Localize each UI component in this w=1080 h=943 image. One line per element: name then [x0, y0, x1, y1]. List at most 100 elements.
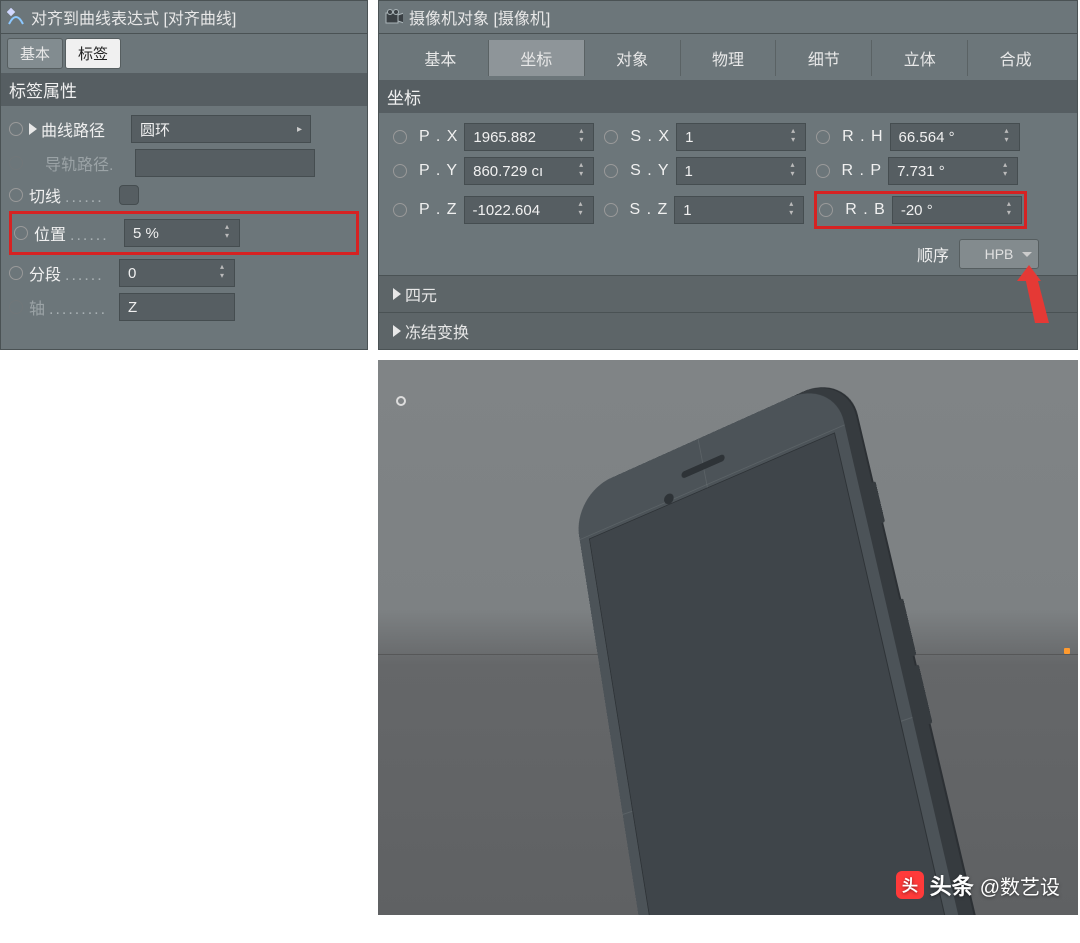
- rb-highlight: R . B -20 °: [814, 191, 1027, 229]
- keyframe-dot[interactable]: [816, 164, 830, 178]
- rh-field[interactable]: 66.564 °: [890, 123, 1020, 151]
- tab-cam-compose[interactable]: 合成: [968, 40, 1063, 76]
- keyframe-dot: [9, 300, 23, 314]
- tab-basic[interactable]: 基本: [7, 38, 63, 69]
- keyframe-dot[interactable]: [816, 130, 830, 144]
- coord-row-1: P . X 1965.882 S . X 1 R . H 66.564 °: [393, 123, 1063, 151]
- position-highlight: 位置...... 5 %: [9, 211, 359, 255]
- sz-field[interactable]: 1: [674, 196, 804, 224]
- rb-label: R . B: [845, 201, 886, 219]
- prop-curve-path: 曲线路径 圆环: [9, 112, 359, 146]
- left-tab-row: 基本 标签: [1, 34, 367, 73]
- camera-title: 摄像机对象 [摄像机]: [409, 5, 550, 29]
- arrow-pointer-icon: [999, 261, 1059, 331]
- rh-label: R . H: [842, 128, 883, 146]
- camera-header: 摄像机对象 [摄像机]: [379, 1, 1077, 34]
- position-label: 位置......: [34, 221, 124, 245]
- coord-row-3: P . Z -1022.604 S . Z 1 R . B -20 °: [393, 191, 1063, 229]
- tab-cam-coord[interactable]: 坐标: [489, 40, 585, 76]
- keyframe-dot[interactable]: [604, 203, 618, 217]
- camera-panel: 摄像机对象 [摄像机] 基本 坐标 对象 物理 细节 立体 合成 坐标 P . …: [378, 0, 1078, 350]
- svg-text:头: 头: [902, 877, 918, 895]
- tangent-checkbox[interactable]: [119, 185, 139, 205]
- freeze-section[interactable]: 冻结变换: [379, 312, 1077, 349]
- sy-field[interactable]: 1: [676, 157, 806, 185]
- keyframe-dot[interactable]: [14, 226, 28, 240]
- phone-button: [870, 481, 885, 524]
- prop-position: 位置...... 5 %: [14, 216, 354, 250]
- sy-label: S . Y: [630, 162, 669, 180]
- rail-path-field[interactable]: [135, 149, 315, 177]
- phone-button: [913, 664, 933, 724]
- position-field[interactable]: 5 %: [124, 219, 240, 247]
- watermark-handle: @数艺设: [980, 871, 1060, 900]
- coord-section-header: 坐标: [379, 80, 1077, 113]
- align-curve-header: 对齐到曲线表达式 [对齐曲线]: [1, 1, 367, 34]
- keyframe-dot[interactable]: [9, 266, 23, 280]
- tab-cam-object[interactable]: 对象: [585, 40, 681, 76]
- coord-row-2: P . Y 860.729 cı S . Y 1 R . P 7.731 °: [393, 157, 1063, 185]
- keyframe-dot[interactable]: [9, 122, 23, 136]
- py-field[interactable]: 860.729 cı: [464, 157, 594, 185]
- rp-label: R . P: [842, 162, 883, 180]
- tag-props-body: 曲线路径 圆环 导轨路径. 切线......: [1, 106, 367, 334]
- tab-tags[interactable]: 标签: [65, 38, 121, 69]
- tag-props-header: 标签属性: [1, 73, 367, 106]
- phone-model: [573, 372, 1001, 915]
- keyframe-dot: [9, 156, 23, 170]
- phone-button: [897, 598, 916, 657]
- order-row: 顺序 HPB: [393, 239, 1063, 269]
- segment-label: 分段......: [29, 261, 119, 285]
- tangent-label: 切线......: [29, 183, 119, 207]
- rb-field[interactable]: -20 °: [892, 196, 1022, 224]
- pz-field[interactable]: -1022.604: [464, 196, 594, 224]
- sz-label: S . Z: [630, 201, 669, 219]
- py-label: P . Y: [419, 162, 458, 180]
- tab-cam-detail[interactable]: 细节: [776, 40, 872, 76]
- px-field[interactable]: 1965.882: [464, 123, 594, 151]
- axis-label: 轴.........: [29, 295, 119, 319]
- align-curve-icon: [7, 8, 25, 26]
- prop-tangent: 切线......: [9, 180, 359, 210]
- watermark: 头 头条 @数艺设: [896, 869, 1060, 901]
- keyframe-dot[interactable]: [393, 164, 407, 178]
- coord-grid: P . X 1965.882 S . X 1 R . H 66.564 ° P . Y…: [379, 113, 1077, 275]
- px-label: P . X: [419, 128, 458, 146]
- axis-field[interactable]: Z: [119, 293, 235, 321]
- keyframe-dot[interactable]: [9, 188, 23, 202]
- rail-path-label: 导轨路径.: [45, 151, 135, 175]
- viewport-indicator-icon: [396, 396, 406, 406]
- axis-point-icon: [1064, 648, 1070, 654]
- rp-field[interactable]: 7.731 °: [888, 157, 1018, 185]
- sx-label: S . X: [630, 128, 670, 146]
- phone-body: [573, 378, 986, 915]
- keyframe-dot[interactable]: [393, 130, 407, 144]
- segment-field[interactable]: 0: [119, 259, 235, 287]
- keyframe-dot[interactable]: [604, 164, 618, 178]
- quaternion-section[interactable]: 四元: [379, 275, 1077, 312]
- keyframe-dot[interactable]: [819, 203, 833, 217]
- watermark-brand: 头条: [930, 869, 974, 901]
- expand-icon[interactable]: [29, 123, 37, 135]
- align-curve-panel: 对齐到曲线表达式 [对齐曲线] 基本 标签 标签属性 曲线路径 圆环: [0, 0, 368, 350]
- camera-tab-row: 基本 坐标 对象 物理 细节 立体 合成: [379, 34, 1077, 80]
- curve-path-label: 曲线路径: [41, 117, 131, 141]
- keyframe-dot[interactable]: [393, 203, 407, 217]
- sx-field[interactable]: 1: [676, 123, 806, 151]
- align-curve-title: 对齐到曲线表达式 [对齐曲线]: [31, 5, 236, 29]
- tab-cam-physics[interactable]: 物理: [681, 40, 777, 76]
- viewport-3d[interactable]: 头 头条 @数艺设: [378, 360, 1078, 915]
- toutiao-logo-icon: 头: [896, 871, 924, 899]
- pz-label: P . Z: [419, 201, 458, 219]
- prop-axis: 轴......... Z: [9, 290, 359, 324]
- curve-path-field[interactable]: 圆环: [131, 115, 311, 143]
- prop-rail-path: 导轨路径.: [9, 146, 359, 180]
- tab-cam-stereo[interactable]: 立体: [872, 40, 968, 76]
- tab-cam-basic[interactable]: 基本: [393, 40, 489, 76]
- keyframe-dot[interactable]: [604, 130, 618, 144]
- prop-segment: 分段...... 0: [9, 256, 359, 290]
- phone-speaker: [681, 454, 725, 479]
- camera-icon: [385, 8, 403, 26]
- order-label: 顺序: [917, 242, 949, 266]
- expand-icon: [393, 288, 401, 300]
